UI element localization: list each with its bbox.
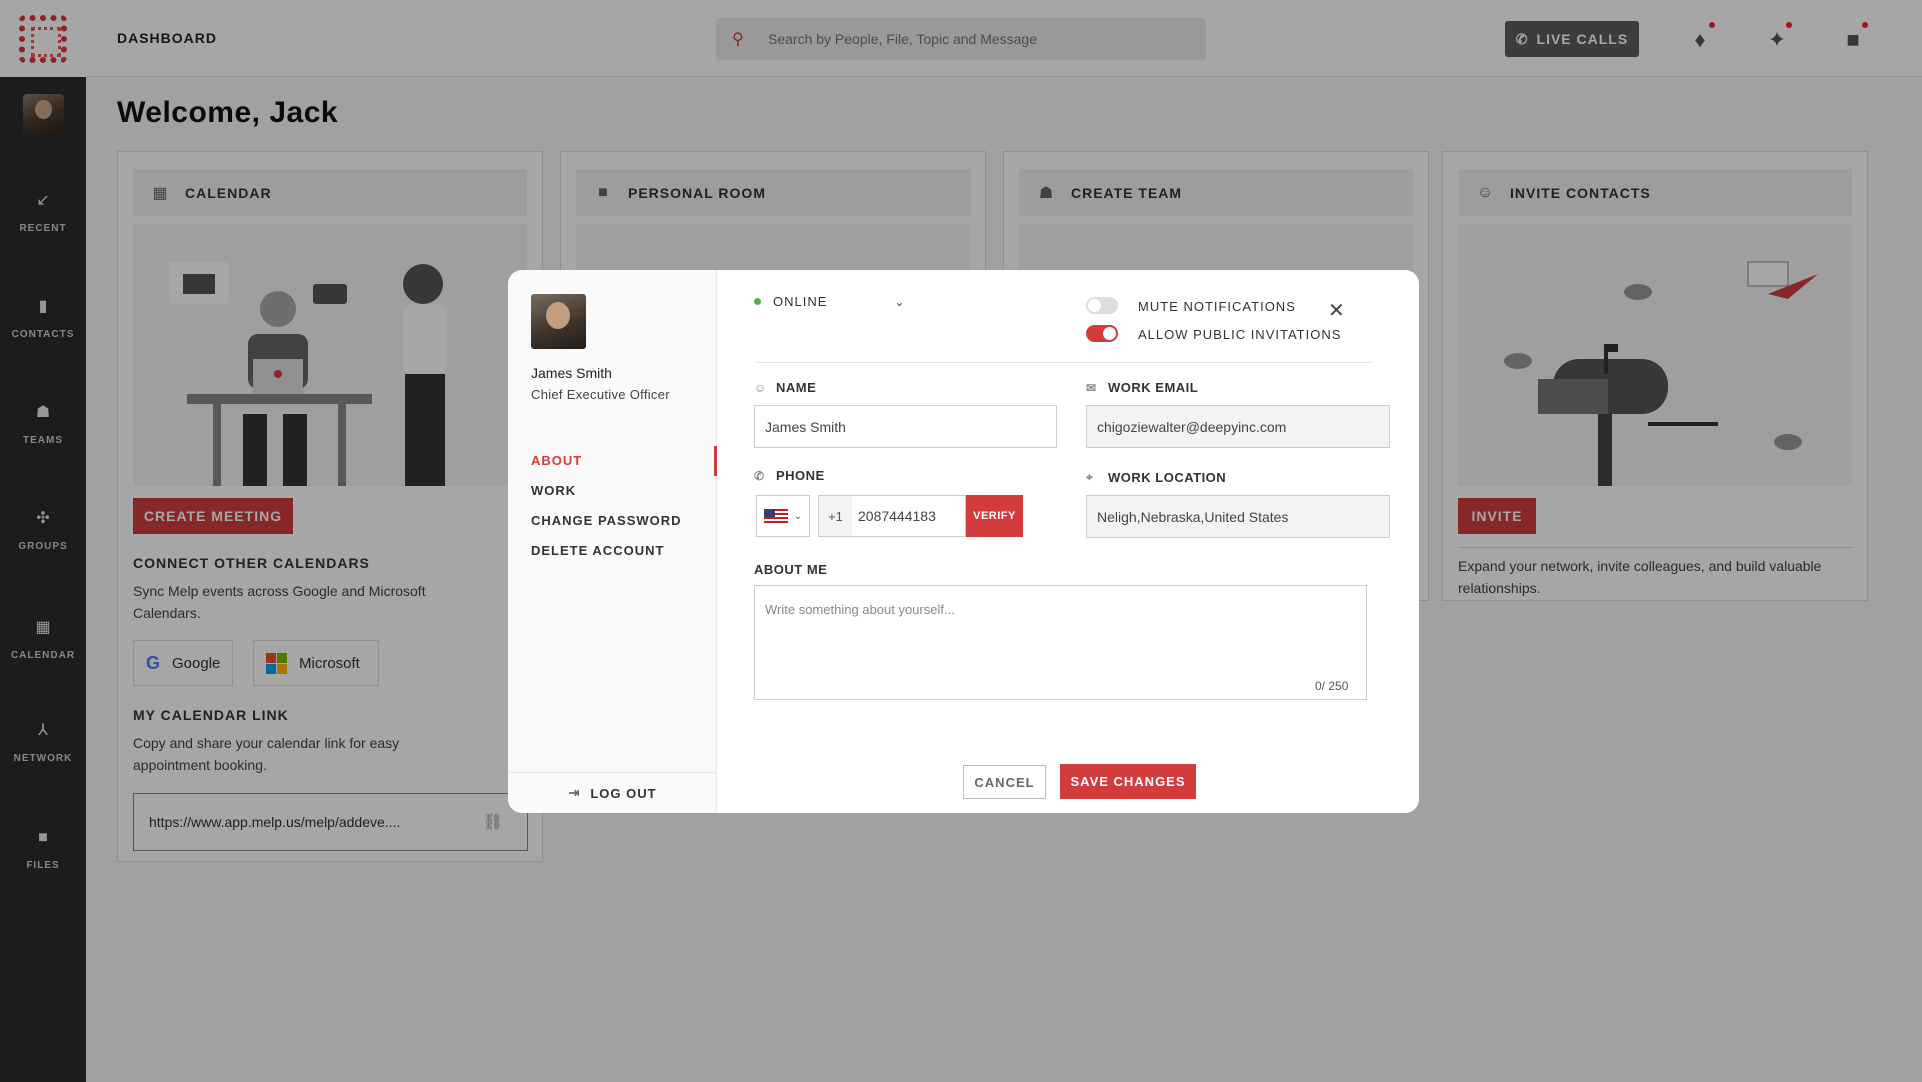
phone-label: ✆ PHONE [754, 468, 825, 483]
location-pin-icon: ⌖ [1086, 470, 1094, 484]
mute-notifications-toggle[interactable] [1086, 297, 1118, 314]
modal-nav-delete-account[interactable]: DELETE ACCOUNT [531, 543, 664, 558]
phone-section: ✆ PHONE ⌄ +1 VERIFY [724, 455, 1075, 555]
profile-modal: James Smith Chief Executive Officer ABOU… [508, 270, 1419, 813]
logout-label: LOG OUT [590, 785, 657, 801]
chevron-down-icon: ⌄ [793, 510, 803, 522]
allow-invitations-label: ALLOW PUBLIC INVITATIONS [1138, 327, 1342, 342]
country-select[interactable]: ⌄ [756, 495, 810, 537]
chevron-down-icon: ⌄ [894, 294, 906, 309]
us-flag-icon [763, 509, 788, 523]
name-label-text: NAME [776, 380, 817, 395]
work-location-label-text: WORK LOCATION [1108, 470, 1227, 485]
online-status-dot [754, 298, 761, 305]
modal-nav-work[interactable]: WORK [531, 483, 576, 498]
verify-button[interactable]: VERIFY [966, 495, 1023, 537]
modal-nav-about[interactable]: ABOUT [531, 453, 582, 468]
work-location-field[interactable] [1086, 495, 1390, 538]
name-label: ☺ NAME [754, 380, 816, 395]
profile-role: Chief Executive Officer [531, 387, 670, 402]
phone-label-text: PHONE [776, 468, 825, 483]
save-changes-button[interactable]: SAVE CHANGES [1060, 764, 1196, 799]
profile-modal-sidebar: James Smith Chief Executive Officer ABOU… [508, 270, 717, 813]
about-me-counter: 0/ 250 [1315, 679, 1349, 693]
profile-name: James Smith [531, 365, 612, 381]
name-field[interactable] [754, 405, 1057, 448]
work-email-field[interactable] [1086, 405, 1390, 448]
modal-nav-change-password[interactable]: CHANGE PASSWORD [531, 513, 682, 528]
logout-icon: ⇥ [568, 785, 581, 800]
profile-avatar[interactable] [531, 294, 586, 349]
work-email-label-text: WORK EMAIL [1108, 380, 1199, 395]
phone-country-code: +1 [818, 495, 852, 537]
phone-icon: ✆ [754, 468, 765, 483]
phone-input[interactable] [852, 495, 966, 537]
status-dropdown[interactable]: ONLINE ⌄ [754, 294, 905, 309]
cancel-button[interactable]: CANCEL [963, 765, 1046, 799]
close-icon[interactable]: ✕ [1328, 298, 1345, 323]
work-location-label: ⌖ WORK LOCATION [1086, 470, 1226, 485]
status-label: ONLINE [773, 294, 828, 309]
work-email-label: ✉ WORK EMAIL [1086, 380, 1198, 395]
logout-button[interactable]: ⇥ LOG OUT [508, 772, 717, 813]
header-divider [754, 362, 1373, 363]
about-me-textarea[interactable] [754, 585, 1367, 700]
allow-invitations-toggle[interactable] [1086, 325, 1118, 342]
mail-icon: ✉ [1086, 380, 1097, 395]
mute-notifications-label: MUTE NOTIFICATIONS [1138, 299, 1296, 314]
user-icon: ☺ [754, 380, 767, 395]
about-me-label: ABOUT ME [754, 562, 828, 577]
